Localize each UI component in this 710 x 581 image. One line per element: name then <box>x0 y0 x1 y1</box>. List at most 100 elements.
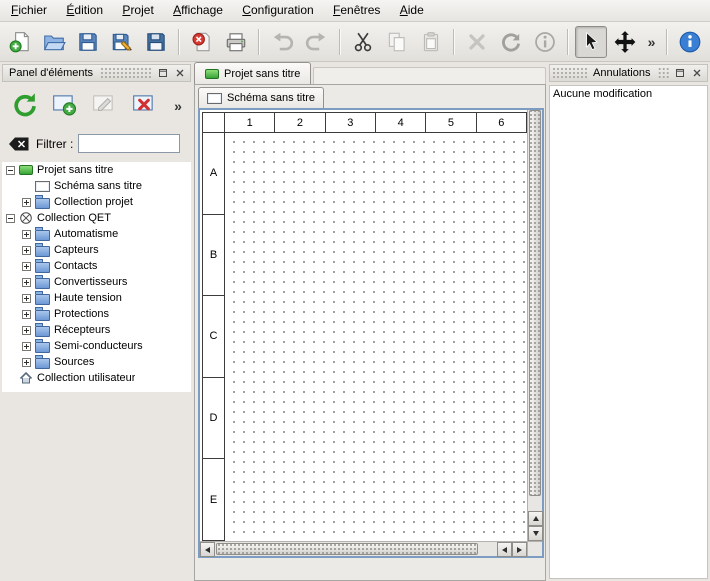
undo-button[interactable] <box>266 26 298 58</box>
tab-schema[interactable]: Schéma sans titre <box>198 87 324 108</box>
tree-item-label: Récepteurs <box>54 324 110 336</box>
expander-plus-icon[interactable] <box>22 294 31 303</box>
dock-grip[interactable] <box>657 68 671 78</box>
tab-bar-empty-area <box>313 67 546 84</box>
tab-project[interactable]: Projet sans titre <box>194 62 311 84</box>
schema-icon <box>207 93 222 104</box>
menu-configuration[interactable]: Configuration <box>234 0 321 21</box>
tree-item-automatisme[interactable]: Automatisme <box>2 226 191 242</box>
scroll-right-button[interactable] <box>512 542 527 557</box>
open-file-button[interactable] <box>38 26 70 58</box>
dock-grip[interactable] <box>99 68 153 78</box>
project-icon <box>19 165 33 175</box>
tree-item-project[interactable]: Projet sans titre <box>2 162 191 178</box>
elements-tree: Projet sans titre Schéma sans titre Coll… <box>2 162 191 392</box>
rotate-button[interactable] <box>495 26 527 58</box>
expander-plus-icon[interactable] <box>22 230 31 239</box>
expander-plus-icon[interactable] <box>22 262 31 271</box>
folder-icon <box>35 294 50 305</box>
new-element-button[interactable] <box>48 88 80 120</box>
tree-item-recepteurs[interactable]: Récepteurs <box>2 322 191 338</box>
close-file-button[interactable] <box>186 26 218 58</box>
tree-item-sources[interactable]: Sources <box>2 354 191 370</box>
tree-item-collection-utilisateur[interactable]: Collection utilisateur <box>2 370 191 386</box>
tree-item-capteurs[interactable]: Capteurs <box>2 242 191 258</box>
filter-input[interactable] <box>78 134 180 153</box>
row-label: B <box>202 215 225 297</box>
save-file-as-icon <box>110 30 134 54</box>
menu-fenetres[interactable]: Fenêtres <box>325 0 388 21</box>
close-button[interactable] <box>173 66 187 80</box>
expander-minus-icon[interactable] <box>6 166 15 175</box>
expander-plus-icon[interactable] <box>22 246 31 255</box>
expander-plus-icon[interactable] <box>22 358 31 367</box>
toolbar-overflow-icon[interactable] <box>643 28 660 56</box>
tree-item-collection-projet[interactable]: Collection projet <box>2 194 191 210</box>
undo-history-list: Aucune modification <box>549 85 708 579</box>
row-ruler: A B C D E <box>202 133 225 541</box>
delete-button[interactable] <box>461 26 493 58</box>
new-element-icon <box>51 91 77 117</box>
menu-affichage[interactable]: Affichage <box>165 0 231 21</box>
reload-collections-icon <box>11 91 37 117</box>
reload-collections-button[interactable] <box>8 88 40 120</box>
info-button[interactable] <box>529 26 561 58</box>
pan-mode-button[interactable] <box>609 26 641 58</box>
float-button[interactable] <box>156 66 170 80</box>
diagram-grid[interactable] <box>225 133 527 541</box>
save-file-as-button[interactable] <box>106 26 138 58</box>
expander-plus-icon[interactable] <box>22 278 31 287</box>
save-all-button[interactable] <box>140 26 172 58</box>
scroll-left-button-2[interactable] <box>497 542 512 557</box>
vertical-scrollbar-thumb[interactable] <box>529 110 541 496</box>
edit-element-button[interactable] <box>88 88 120 120</box>
scroll-up-button[interactable] <box>528 511 543 526</box>
menu-projet[interactable]: Projet <box>114 0 161 21</box>
expander-plus-icon[interactable] <box>22 326 31 335</box>
expander-minus-icon[interactable] <box>6 214 15 223</box>
column-label: 3 <box>326 112 376 133</box>
select-mode-button[interactable] <box>575 26 607 58</box>
tree-item-collection-qet[interactable]: Collection QET <box>2 210 191 226</box>
delete-element-button[interactable] <box>128 88 160 120</box>
qet-collection-icon <box>19 211 33 225</box>
print-button[interactable] <box>220 26 252 58</box>
delete-icon <box>465 30 489 54</box>
panel-overflow-icon[interactable] <box>169 92 187 120</box>
tree-item-protections[interactable]: Protections <box>2 306 191 322</box>
expander-plus-icon[interactable] <box>22 310 31 319</box>
undo-history-item[interactable]: Aucune modification <box>550 86 707 102</box>
rotate-icon <box>499 30 523 54</box>
tree-item-contacts[interactable]: Contacts <box>2 258 191 274</box>
row-label: E <box>202 459 225 541</box>
expander-plus-icon[interactable] <box>22 342 31 351</box>
clear-filter-button[interactable] <box>7 135 31 153</box>
menu-fichier[interactable]: Fichier <box>3 0 55 21</box>
tree-item-label: Projet sans titre <box>37 164 113 176</box>
copy-button[interactable] <box>381 26 413 58</box>
scroll-left-button[interactable] <box>200 542 215 557</box>
tree-item-haute-tension[interactable]: Haute tension <box>2 290 191 306</box>
diagram-view[interactable]: 1 2 3 4 5 6 A B C D E <box>198 108 544 558</box>
filter-row: Filtrer : <box>2 124 191 159</box>
folder-icon <box>35 310 50 321</box>
cut-button[interactable] <box>347 26 379 58</box>
paste-button[interactable] <box>415 26 447 58</box>
tree-item-convertisseurs[interactable]: Convertisseurs <box>2 274 191 290</box>
scroll-down-button[interactable] <box>528 526 543 541</box>
new-file-button[interactable] <box>4 26 36 58</box>
dock-grip[interactable] <box>553 68 587 78</box>
elements-panel: Panel d'éléments <box>2 64 191 579</box>
save-file-button[interactable] <box>72 26 104 58</box>
horizontal-scrollbar-thumb[interactable] <box>216 543 478 555</box>
menu-edition[interactable]: Édition <box>58 0 111 21</box>
tree-item-semi-conducteurs[interactable]: Semi-conducteurs <box>2 338 191 354</box>
tree-item-schema[interactable]: Schéma sans titre <box>2 178 191 194</box>
expander-plus-icon[interactable] <box>22 198 31 207</box>
float-button[interactable] <box>673 66 687 80</box>
menu-aide[interactable]: Aide <box>392 0 432 21</box>
redo-button[interactable] <box>301 26 333 58</box>
close-button[interactable] <box>690 66 704 80</box>
folder-icon <box>35 278 50 289</box>
about-button[interactable] <box>674 26 706 58</box>
